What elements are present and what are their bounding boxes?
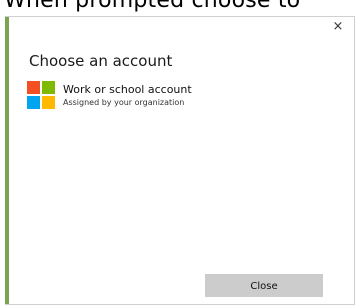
account-subtitle: Assigned by your organization [63, 98, 185, 107]
close-icon[interactable]: × [330, 19, 346, 35]
page-root: When prompted choose to × Choose an acco… [0, 0, 361, 307]
instruction-text: When prompted choose to [4, 0, 301, 13]
close-button[interactable]: Close [205, 274, 323, 297]
account-name: Work or school account [63, 83, 192, 96]
dialog-title: Choose an account [29, 52, 173, 70]
choose-account-dialog: × Choose an account Work or school accou… [5, 16, 355, 305]
logo-blue-square [27, 96, 40, 109]
microsoft-logo-icon [27, 81, 55, 109]
logo-red-square [27, 81, 40, 94]
work-school-account-option[interactable]: Work or school account Assigned by your … [27, 81, 327, 111]
logo-green-square [42, 81, 55, 94]
logo-yellow-square [42, 96, 55, 109]
dialog-accent-bar [5, 17, 9, 304]
